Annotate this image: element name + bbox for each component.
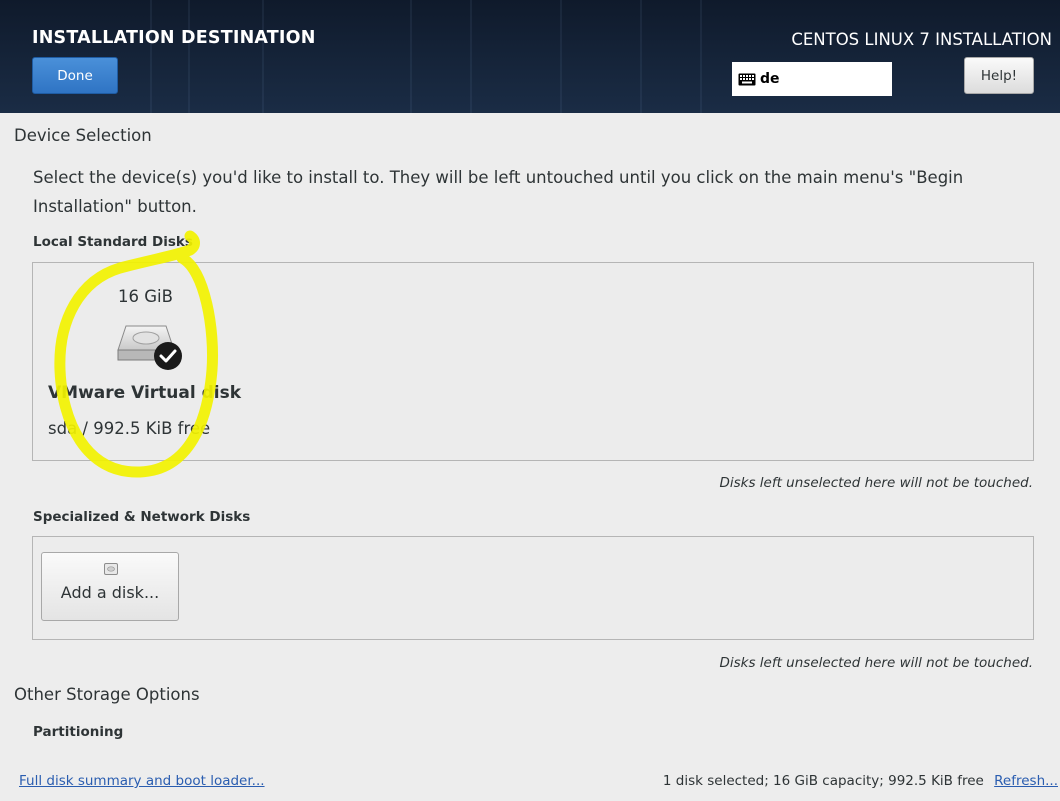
header-texture	[640, 0, 642, 113]
specialized-disks-panel	[32, 536, 1034, 640]
header-texture	[188, 0, 190, 113]
refresh-link[interactable]: Refresh...	[994, 773, 1058, 789]
storage-status: 1 disk selected; 16 GiB capacity; 992.5 …	[663, 773, 1058, 789]
disk-icon	[104, 563, 118, 575]
keyboard-layout-label: de	[760, 71, 780, 87]
specialized-disks-note: Disks left unselected here will not be t…	[719, 655, 1033, 671]
keyboard-layout-indicator[interactable]: de	[732, 62, 892, 96]
device-selection-title: Device Selection	[14, 126, 152, 145]
partitioning-label: Partitioning	[33, 724, 124, 740]
header-texture	[470, 0, 472, 113]
disk-free-space: sda / 992.5 KiB free	[48, 419, 211, 438]
header-texture	[700, 0, 702, 113]
page-title: INSTALLATION DESTINATION	[32, 28, 316, 48]
disk-name: VMware Virtual disk	[48, 383, 242, 403]
header-texture	[560, 0, 562, 113]
storage-status-text: 1 disk selected; 16 GiB capacity; 992.5 …	[662, 773, 984, 789]
header-texture	[262, 0, 264, 113]
product-title: CENTOS LINUX 7 INSTALLATION	[791, 30, 1052, 49]
full-disk-summary-link[interactable]: Full disk summary and boot loader...	[19, 773, 265, 789]
add-disk-label: Add a disk...	[60, 583, 160, 602]
keyboard-icon	[738, 73, 756, 85]
other-storage-title: Other Storage Options	[14, 685, 200, 704]
hard-disk-icon	[117, 325, 182, 370]
local-disks-note: Disks left unselected here will not be t…	[719, 475, 1033, 491]
disk-size: 16 GiB	[118, 287, 173, 306]
header-texture	[150, 0, 152, 113]
help-button[interactable]: Help!	[964, 57, 1034, 94]
local-disks-heading: Local Standard Disks	[33, 234, 193, 250]
device-selection-description: Select the device(s) you'd like to insta…	[33, 168, 964, 216]
header-bar: INSTALLATION DESTINATION Done CENTOS LIN…	[0, 0, 1060, 113]
header-texture	[410, 0, 412, 113]
done-button[interactable]: Done	[32, 57, 118, 94]
specialized-disks-heading: Specialized & Network Disks	[33, 509, 251, 525]
add-disk-button[interactable]: Add a disk...	[41, 552, 179, 621]
